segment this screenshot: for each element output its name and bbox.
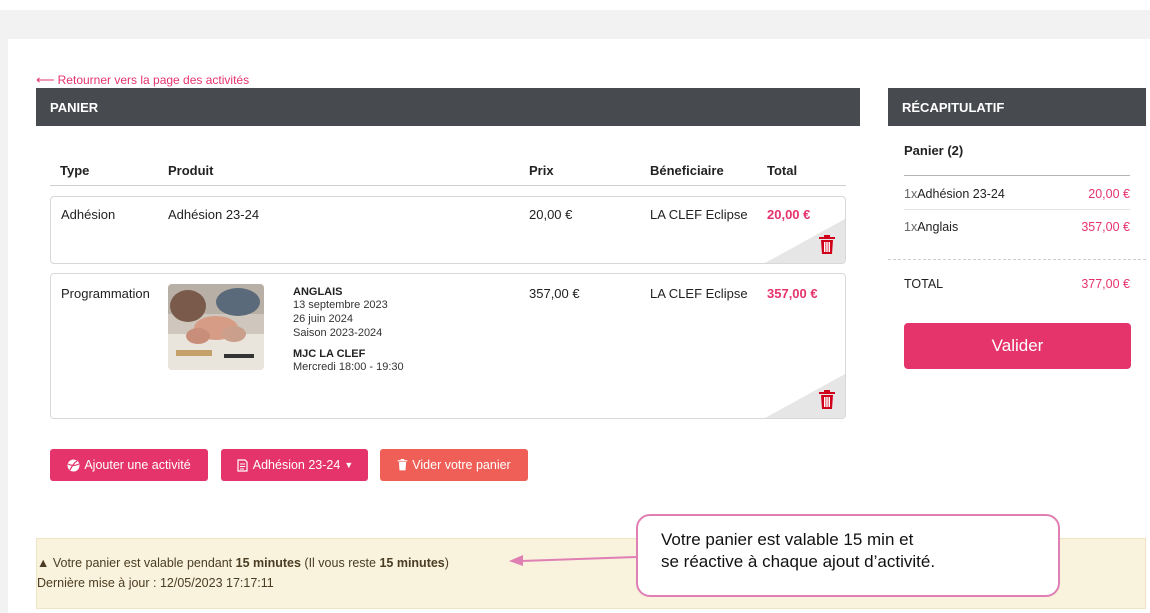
row-total: 20,00 € — [767, 207, 811, 222]
recap-item: 1xAnglais 357,00 € — [904, 220, 1130, 234]
recap-item-name: 1xAdhésion 23-24 — [904, 187, 1005, 201]
row-price: 20,00 € — [529, 207, 573, 222]
callout-arrow — [509, 555, 638, 566]
col-beneficiaire: Béneficiaire — [650, 163, 724, 178]
row-product: Adhésion 23-24 — [168, 207, 260, 222]
panier-title: PANIER — [50, 99, 99, 115]
adhesion-dropdown-label: Adhésion 23-24 — [252, 458, 341, 472]
cart-row-programmation: Programmation ANGLAIS 13 septembre 2023 … — [50, 273, 846, 419]
adhesion-dropdown-button[interactable]: Adhésion 23-24 ▼ — [221, 449, 368, 481]
recap-header: RÉCAPITULATIF — [888, 88, 1146, 126]
caret-down-icon: ▼ — [344, 460, 354, 470]
recap-total-amount: 377,00 € — [1081, 277, 1130, 291]
warning-icon: ▲ — [37, 556, 50, 570]
recap-dashed-divider — [888, 259, 1146, 260]
recap-title: RÉCAPITULATIF — [902, 99, 1005, 115]
ball-icon — [67, 459, 80, 471]
panier-header: PANIER — [36, 88, 860, 126]
recap-subtitle: Panier (2) — [904, 143, 964, 158]
product-schedule: Mercredi 18:00 - 19:30 — [293, 361, 404, 373]
recap-item-name: 1xAnglais — [904, 220, 959, 234]
product-place: MJC LA CLEF — [293, 348, 366, 360]
table-header-divider — [50, 185, 846, 186]
top-strip — [0, 0, 1150, 10]
arrow-left-icon: ⟵ — [36, 72, 55, 87]
alert-message: ▲ Votre panier est valable pendant 15 mi… — [37, 556, 449, 570]
activity-photo — [168, 284, 264, 370]
row-type: Adhésion — [61, 207, 116, 222]
col-produit: Produit — [168, 163, 214, 178]
row-total: 357,00 € — [767, 286, 818, 301]
row-price: 357,00 € — [529, 286, 580, 301]
empty-cart-label: Vider votre panier — [412, 458, 511, 472]
callout-line2: se réactive à chaque ajout d’activité. — [661, 552, 936, 571]
page-left-edge — [0, 10, 8, 613]
product-start-date: 13 septembre 2023 — [293, 299, 388, 311]
validate-button[interactable]: Valider — [904, 323, 1131, 369]
trash-icon[interactable] — [818, 390, 836, 410]
alert-last-update: Dernière mise à jour : 12/05/2023 17:17:… — [37, 576, 274, 590]
callout-line1: Votre panier est valable 15 min et — [661, 530, 914, 549]
recap-row-divider — [904, 209, 1130, 210]
product-details: ANGLAIS 13 septembre 2023 26 juin 2024 S… — [293, 286, 404, 374]
add-activity-button[interactable]: Ajouter une activité — [50, 449, 208, 481]
trash-icon — [397, 459, 408, 471]
product-end-date: 26 juin 2024 — [293, 313, 353, 325]
empty-cart-button[interactable]: Vider votre panier — [380, 449, 528, 481]
product-title: ANGLAIS — [293, 286, 343, 298]
recap-total: TOTAL 377,00 € — [904, 277, 1130, 291]
cart-row-adhesion: Adhésion Adhésion 23-24 20,00 € LA CLEF … — [50, 196, 846, 264]
recap-item-amount: 357,00 € — [1081, 220, 1130, 234]
recap-item: 1xAdhésion 23-24 20,00 € — [904, 187, 1130, 201]
recap-total-label: TOTAL — [904, 277, 944, 291]
trash-icon[interactable] — [818, 235, 836, 255]
add-activity-label: Ajouter une activité — [84, 458, 191, 472]
col-type: Type — [60, 163, 90, 178]
recap-item-amount: 20,00 € — [1088, 187, 1130, 201]
back-link-label: Retourner vers la page des activités — [57, 73, 250, 87]
row-beneficiary: LA CLEF Eclipse — [650, 207, 748, 222]
back-to-activities-link[interactable]: ⟵ Retourner vers la page des activités — [36, 72, 249, 88]
document-icon — [237, 458, 248, 472]
col-total: Total — [767, 163, 798, 178]
row-type: Programmation — [61, 286, 150, 301]
annotation-callout: Votre panier est valable 15 min et se ré… — [636, 514, 1060, 597]
product-season: Saison 2023-2024 — [293, 327, 383, 339]
row-beneficiary: LA CLEF Eclipse — [650, 286, 748, 301]
recap-divider — [904, 175, 1130, 176]
col-prix: Prix — [529, 163, 554, 178]
page-top-band — [8, 10, 1150, 39]
